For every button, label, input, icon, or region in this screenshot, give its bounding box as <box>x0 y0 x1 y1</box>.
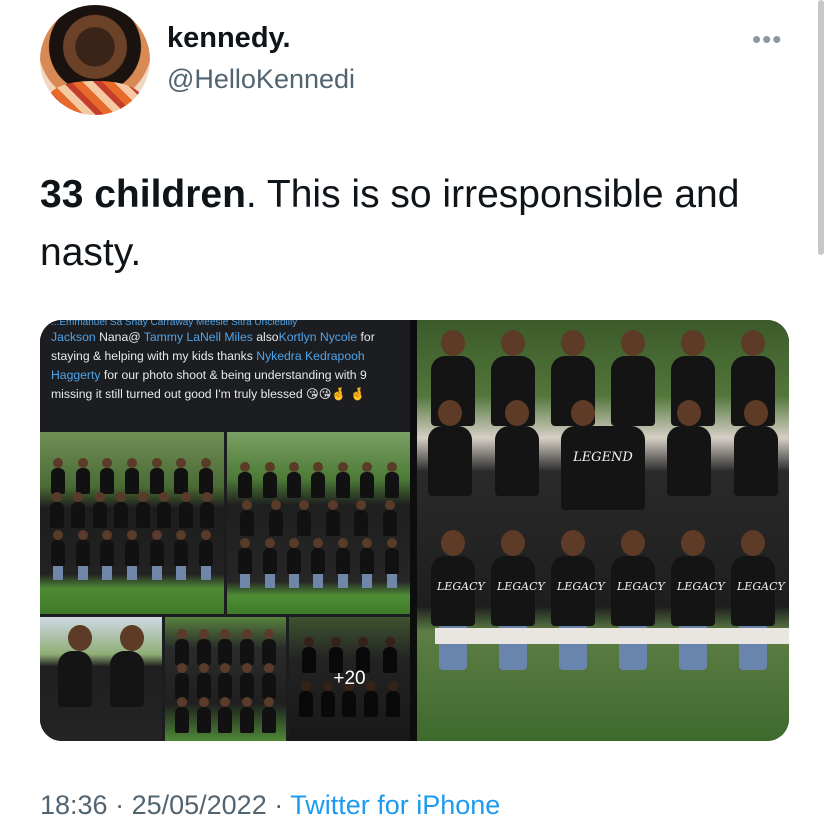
screenshot-caption: ...Emmanuel Sa Shay Carraway Meesie Sitr… <box>40 320 410 432</box>
scrollbar[interactable] <box>818 0 824 255</box>
group-photo-3 <box>165 617 286 741</box>
group-photo-2 <box>227 432 410 614</box>
tweet-text-bold: 33 children <box>40 173 246 216</box>
shirt-print: LEGACY <box>677 580 725 593</box>
father-photo <box>40 617 162 741</box>
group-photo-4[interactable]: +20 <box>289 617 410 741</box>
caption-text: also <box>252 330 279 344</box>
shirt-print: LEGACY <box>617 580 665 593</box>
more-options-icon[interactable]: ••• <box>752 24 782 55</box>
family-photo[interactable]: LEGEND LEGACY LEGACY LEGACY LEGACY LEGAC… <box>417 320 789 741</box>
avatar[interactable] <box>40 5 150 115</box>
tweet-source-link[interactable]: Twitter for iPhone <box>290 790 500 820</box>
shirt-print: LEGACY <box>497 580 545 593</box>
caption-link: Tammy LaNell Miles <box>143 330 253 344</box>
group-photo-1 <box>40 432 224 614</box>
shirt-print: LEGACY <box>557 580 605 593</box>
user-handle[interactable]: @HelloKennedi <box>167 64 355 95</box>
tweet-timestamp: 18:36 · 25/05/2022 · Twitter for iPhone <box>40 790 500 821</box>
shirt-print: LEGACY <box>437 580 485 593</box>
tweet-media[interactable]: ...Emmanuel Sa Shay Carraway Meesie Sitr… <box>40 320 789 741</box>
shirt-print: LEGACY <box>737 580 785 593</box>
bench <box>435 628 789 644</box>
separator: · <box>107 790 132 820</box>
more-photos-count[interactable]: +20 <box>289 617 410 741</box>
display-name[interactable]: kennedy. <box>167 22 291 55</box>
tweet-time[interactable]: 18:36 <box>40 790 108 820</box>
shirt-print: LEGEND <box>573 450 633 465</box>
caption-text: Nana@ <box>95 330 144 344</box>
separator: · <box>266 790 291 820</box>
tweet-date[interactable]: 25/05/2022 <box>132 790 267 820</box>
tweet-text: 33 children. This is so irresponsible an… <box>40 166 800 282</box>
caption-cut-line: ...Emmanuel Sa Shay Carraway Meesie Sitr… <box>51 320 298 328</box>
caption-link: Jackson <box>51 330 96 344</box>
caption-link: Kortlyn Nycole <box>278 330 358 344</box>
media-photo-collage[interactable]: ...Emmanuel Sa Shay Carraway Meesie Sitr… <box>40 320 410 741</box>
